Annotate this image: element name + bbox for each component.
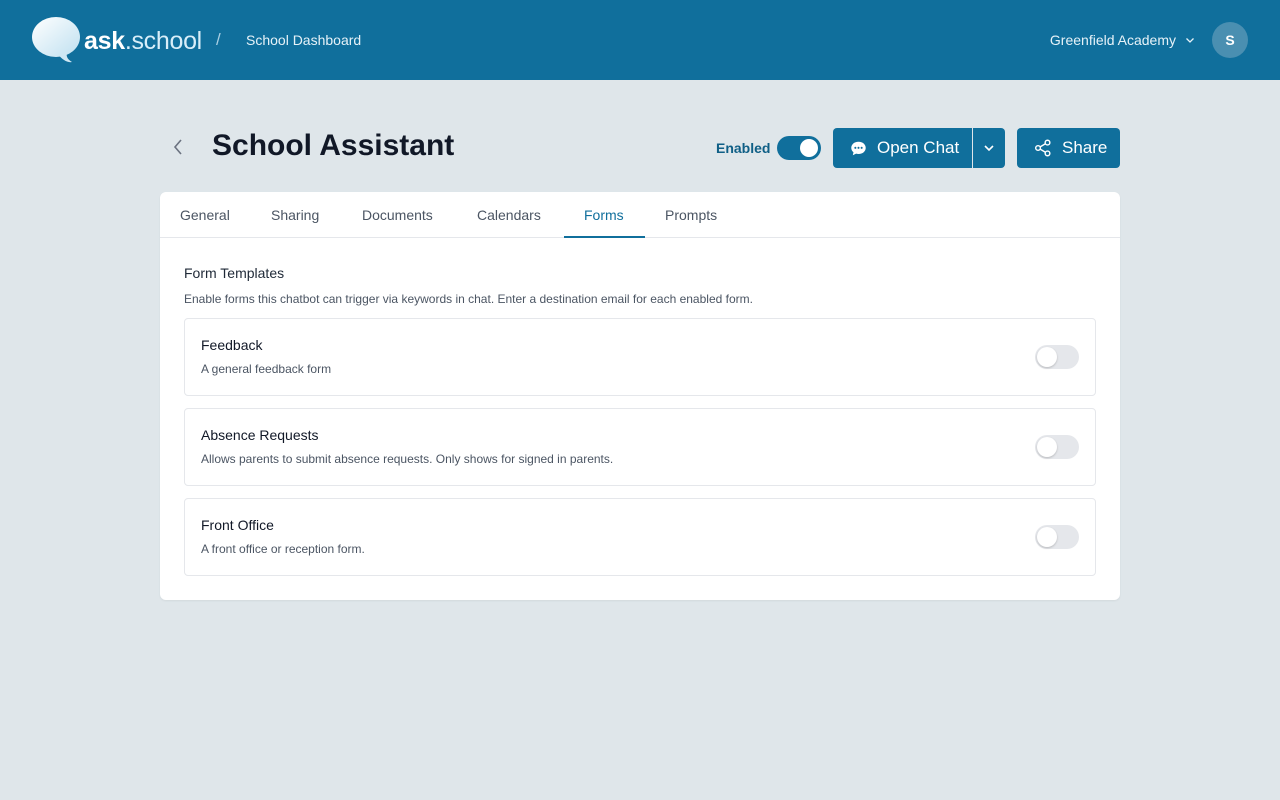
form-row-feedback: Feedback A general feedback form [184, 318, 1096, 396]
tab-documents[interactable]: Documents [362, 192, 433, 238]
form-name: Feedback [201, 337, 263, 353]
toggle-knob [1037, 347, 1057, 367]
organization-name: Greenfield Academy [1049, 32, 1176, 48]
ask-school-logo[interactable]: ask.school [32, 16, 202, 64]
speech-bubble-logo-icon [32, 17, 80, 63]
form-row-absence-requests: Absence Requests Allows parents to submi… [184, 408, 1096, 486]
toggle-knob [1037, 437, 1057, 457]
logo-text: ask.school [84, 27, 202, 55]
front-office-toggle[interactable] [1035, 525, 1079, 549]
page-title: School Assistant [212, 129, 455, 162]
tab-general[interactable]: General [180, 192, 230, 238]
section-title: Form Templates [184, 265, 285, 281]
enabled-toggle[interactable] [777, 136, 821, 160]
feedback-toggle[interactable] [1035, 345, 1079, 369]
form-name: Front Office [201, 517, 274, 533]
share-icon [1034, 139, 1051, 157]
breadcrumb-separator: / [216, 30, 221, 49]
form-description: A front office or reception form. [201, 542, 365, 556]
chevron-down-icon [984, 145, 994, 152]
open-chat-button[interactable]: Open Chat [833, 128, 972, 168]
share-label: Share [1062, 138, 1108, 157]
user-avatar[interactable]: S [1212, 22, 1248, 58]
chevron-left-icon [173, 139, 182, 155]
toggle-knob [800, 139, 818, 157]
active-tab-indicator [564, 236, 645, 238]
enabled-label: Enabled [716, 140, 771, 156]
section-description: Enable forms this chatbot can trigger vi… [184, 292, 753, 306]
open-chat-options-button[interactable] [973, 128, 1005, 168]
tab-prompts[interactable]: Prompts [665, 192, 717, 238]
open-chat-label: Open Chat [877, 138, 960, 157]
top-bar: ask.school / School Dashboard Greenfield… [0, 0, 1280, 80]
form-name: Absence Requests [201, 427, 319, 443]
tab-bar: General Sharing Documents Calendars Form… [160, 192, 1120, 238]
toggle-knob [1037, 527, 1057, 547]
tab-sharing[interactable]: Sharing [271, 192, 319, 238]
form-description: Allows parents to submit absence request… [201, 452, 614, 466]
form-description: A general feedback form [201, 362, 332, 376]
chat-bubble-icon [851, 141, 866, 155]
settings-card: General Sharing Documents Calendars Form… [160, 192, 1120, 600]
tab-forms[interactable]: Forms [584, 192, 624, 238]
share-button[interactable]: Share [1017, 128, 1120, 168]
absence-requests-toggle[interactable] [1035, 435, 1079, 459]
back-button[interactable] [166, 136, 190, 158]
tab-calendars[interactable]: Calendars [477, 192, 541, 238]
form-row-front-office: Front Office A front office or reception… [184, 498, 1096, 576]
chevron-down-icon [1186, 38, 1194, 43]
breadcrumb-dashboard-link[interactable]: School Dashboard [246, 32, 361, 48]
organization-selector[interactable]: Greenfield Academy [1050, 32, 1196, 48]
